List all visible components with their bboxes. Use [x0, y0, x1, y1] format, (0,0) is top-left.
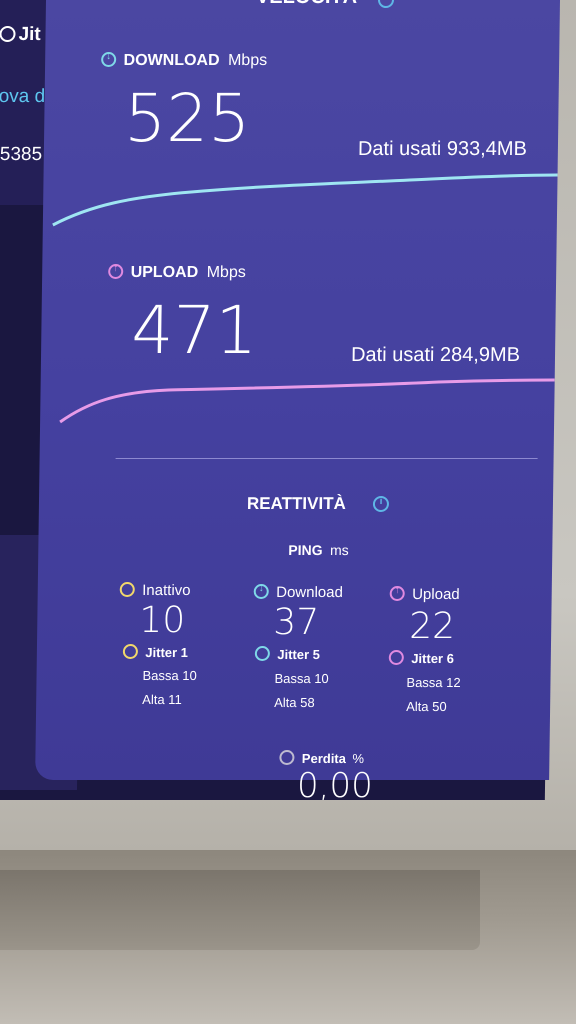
column-label: Download: [276, 584, 344, 601]
idle-high: Alta 11: [142, 692, 182, 707]
ping-column-idle: Inattivo: [119, 582, 191, 600]
arrow-down-circle-icon: ↓: [253, 583, 269, 599]
upload-high: Alta 50: [406, 699, 447, 714]
divider: [115, 458, 538, 459]
info-icon[interactable]: [377, 0, 395, 8]
download-data-used: Dati usati 933,4MB: [357, 138, 528, 160]
upload-unit: Mbps: [206, 264, 246, 281]
arrow-up-circle-icon: ↑: [389, 585, 405, 601]
jitter-icon: [122, 644, 139, 659]
speed-title: VELOCITÀ: [256, 0, 357, 9]
ping-label: PING: [288, 542, 323, 558]
jitter-icon: [254, 646, 270, 661]
info-icon[interactable]: i: [372, 496, 390, 512]
loss-unit: %: [352, 751, 365, 766]
download-value: 525: [123, 80, 251, 157]
upload-value: 471: [130, 292, 258, 369]
arrow-down-circle-icon: ↓: [101, 51, 117, 67]
loss-icon: [279, 750, 295, 765]
download-ping-value: 37: [273, 602, 320, 643]
responsiveness-title: REATTIVITÀ: [246, 494, 346, 513]
left-number: 5385: [0, 144, 43, 165]
idle-jitter: Jitter 1: [122, 644, 189, 662]
screen: Jit ova d 5385 VELOCITÀ ↓ DOWNLOAD Mbps …: [0, 0, 560, 800]
arrow-up-circle-icon: ↑: [108, 263, 124, 279]
jitter-icon: [388, 650, 404, 665]
upload-ping-value: 22: [408, 606, 456, 647]
ping-column-upload: ↑ Upload: [389, 585, 460, 604]
jitter-value: Jitter 6: [411, 651, 455, 666]
upload-jitter: Jitter 6: [388, 650, 455, 668]
download-unit: Mbps: [227, 52, 268, 69]
ping-header: PING ms: [288, 542, 349, 560]
download-label: DOWNLOAD: [123, 52, 220, 69]
upload-line: [59, 378, 555, 424]
ping-unit: ms: [329, 542, 349, 558]
idle-low: Bassa 10: [142, 668, 197, 683]
ping-column-download: ↓ Download: [253, 583, 344, 602]
test-link[interactable]: ova d: [0, 86, 45, 108]
jitter-value: Jitter 1: [145, 645, 189, 660]
loss-label: Perdita: [301, 751, 347, 766]
results-card: VELOCITÀ ↓ DOWNLOAD Mbps 525 Dati usati …: [35, 0, 560, 800]
download-high: Alta 58: [274, 695, 315, 710]
column-label: Upload: [412, 586, 460, 603]
upload-low: Bassa 12: [406, 675, 461, 690]
download-header: ↓ DOWNLOAD Mbps: [101, 51, 268, 70]
idle-icon: [119, 582, 135, 597]
jitter-value: Jitter 5: [277, 647, 321, 662]
download-graph: [52, 173, 558, 227]
loss-value-clip: 0,00: [285, 766, 415, 800]
upload-header: ↑ UPLOAD Mbps: [108, 263, 246, 282]
download-line: [52, 173, 558, 227]
download-jitter: Jitter 5: [254, 646, 321, 664]
loss-value: 0,00: [296, 766, 374, 800]
upload-data-used: Dati usati 284,9MB: [350, 344, 521, 366]
jitter-icon: [0, 26, 16, 42]
idle-ping-value: 10: [139, 600, 186, 641]
upload-graph: [59, 378, 555, 424]
download-low: Bassa 10: [274, 671, 329, 686]
laptop-edge: [0, 870, 480, 950]
jitter-label: Jit: [18, 24, 41, 45]
upload-label: UPLOAD: [130, 264, 199, 281]
column-label: Inattivo: [142, 582, 191, 599]
